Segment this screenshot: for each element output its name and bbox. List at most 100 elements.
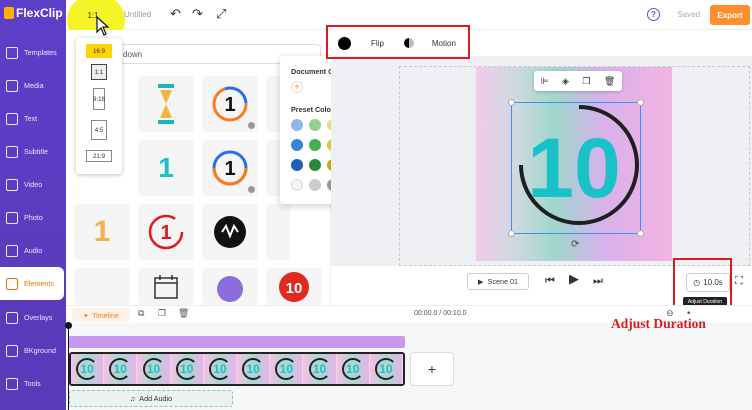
sidebar-item-templates[interactable]: Templates [0,36,66,69]
element-tile-purple[interactable] [202,268,258,305]
sidebar-item-media[interactable]: Media [0,69,66,102]
timeline-tab[interactable]: ✦ Timeline [72,308,130,322]
app-logo[interactable]: FlexClip [4,6,63,20]
video-icon [6,178,18,191]
element-tile-number-1-yellow[interactable]: 1 [74,204,130,260]
element-tile-red-10[interactable]: 10 [266,268,322,305]
rotate-icon[interactable]: ⟳ [571,239,583,251]
playhead-handle-icon[interactable] [65,322,72,329]
svg-text:1: 1 [160,222,171,244]
play-icon[interactable]: ▶ [569,272,579,287]
thumbnail-number: 10 [80,362,94,376]
project-title[interactable]: Untitled [124,10,151,19]
delete-icon[interactable]: 🗑 [178,309,189,319]
layer-icon[interactable]: ◈ [562,76,569,87]
sidebar-item-label: Media [24,81,44,90]
element-tile-hourglass[interactable] [138,76,194,132]
add-color-icon[interactable]: + [291,81,303,93]
color-swatch[interactable] [291,159,303,171]
media-icon [6,79,18,92]
sidebar-item-text[interactable]: Text [0,102,66,135]
color-swatch[interactable] [309,119,321,131]
element-tile-red-ring-1[interactable]: 1 [138,204,194,260]
video-thumbnail: 10 [369,354,403,384]
fullscreen-icon[interactable]: ⤢ [216,7,226,22]
mouse-cursor-icon [96,15,110,41]
element-tile-ring-1[interactable]: 1 [202,140,258,196]
sidebar-item-label: Photo [24,213,43,222]
logo-mark-icon [4,7,14,19]
thumbnail-number: 10 [312,362,327,376]
preview-icon[interactable] [248,122,255,129]
thumbnail-number: 10 [146,362,161,376]
undo-icon[interactable]: ↶ [170,7,181,22]
duplicate-icon[interactable]: ❐ [158,309,166,319]
video-thumbnail: 10 [71,354,105,384]
next-icon[interactable]: ⏭ [593,274,603,288]
add-scene-button[interactable]: + [410,352,454,386]
ratio-option-1-1[interactable]: 1:1 [91,64,107,80]
sidebar-item-label: BKground [24,346,56,355]
tools-icon [6,377,18,390]
svg-text:1: 1 [224,94,235,116]
export-button[interactable]: Export [710,5,750,25]
element-tile-countdown-1[interactable]: 1 [202,76,258,132]
color-swatch[interactable] [309,139,321,151]
sidebar-item-label: Text [24,114,38,123]
redo-icon[interactable]: ↷ [192,7,203,22]
color-swatch[interactable] [291,139,303,151]
video-thumbnail: 10 [137,354,171,384]
element-tile-partial[interactable] [266,204,290,260]
element-tile-calendar[interactable] [138,268,194,305]
previous-icon[interactable]: ⏮ [545,274,555,288]
ratio-option-16-9[interactable]: 16:9 [86,44,112,58]
music-note-icon: ♫ [129,394,136,403]
preview-icon[interactable] [248,186,255,193]
color-swatch[interactable] [309,179,321,191]
sidebar-item-bkground[interactable]: BKground [0,334,66,367]
ratio-option-4-5[interactable]: 4:5 [91,120,107,140]
sidebar-item-subtitle[interactable]: Subtitle [0,135,66,168]
element-tile-partial[interactable] [74,268,130,305]
sidebar-item-audio[interactable]: Audio [0,234,66,267]
ratio-option-9-16[interactable]: 9:16 [93,88,105,110]
video-thumbnail: 10 [104,354,138,384]
color-swatch[interactable] [291,119,303,131]
element-tile-number-1-teal[interactable]: 1 [138,140,194,196]
add-audio-button[interactable]: ♫ Add Audio [69,390,233,407]
canvas-stage: 10 ⊫ ◈ ❐ 🗑 ⟳ [331,56,752,266]
resize-handle-icon[interactable] [508,99,515,106]
sidebar-item-elements[interactable]: Elements [0,267,64,300]
resize-handle-icon[interactable] [637,230,644,237]
duplicate-icon[interactable]: ❐ [582,76,590,87]
scene-selector[interactable]: ▶ Scene 01 [467,273,529,290]
thumbnail-number: 10 [113,362,127,376]
audio-track[interactable] [69,336,405,348]
countdown-ring-icon: 1 [138,204,194,260]
delete-icon[interactable]: 🗑 [604,76,615,87]
element-tile-black-circle[interactable] [202,204,258,260]
sidebar-item-tools[interactable]: Tools [0,367,66,400]
color-swatch[interactable] [291,179,303,191]
color-swatch[interactable] [309,159,321,171]
sidebar-item-label: Elements [24,279,54,288]
align-icon[interactable]: ⊫ [541,76,549,87]
help-icon[interactable]: ? [647,8,660,21]
split-icon[interactable]: ⧉ [138,309,144,319]
video-thumbnail: 10 [303,354,337,384]
ratio-option-21-9[interactable]: 21:9 [86,150,112,162]
resize-handle-icon[interactable] [508,230,515,237]
fit-screen-icon[interactable]: ⛶ [735,274,743,288]
selection-box[interactable] [508,99,644,237]
thumbnail-number: 10 [346,362,360,376]
logo-text: FlexClip [16,6,63,20]
playhead[interactable] [68,324,69,410]
svg-text:10: 10 [286,280,303,297]
sidebar-item-photo[interactable]: Photo [0,201,66,234]
video-track[interactable]: 10 10 10 10 10 10 10 10 10 10 [69,352,405,386]
number-one-icon: 1 [93,215,111,248]
resize-handle-icon[interactable] [637,99,644,106]
sidebar-item-overlays[interactable]: Overlays [0,301,66,334]
sidebar-item-video[interactable]: Video [0,168,66,201]
overlays-icon [6,311,18,324]
